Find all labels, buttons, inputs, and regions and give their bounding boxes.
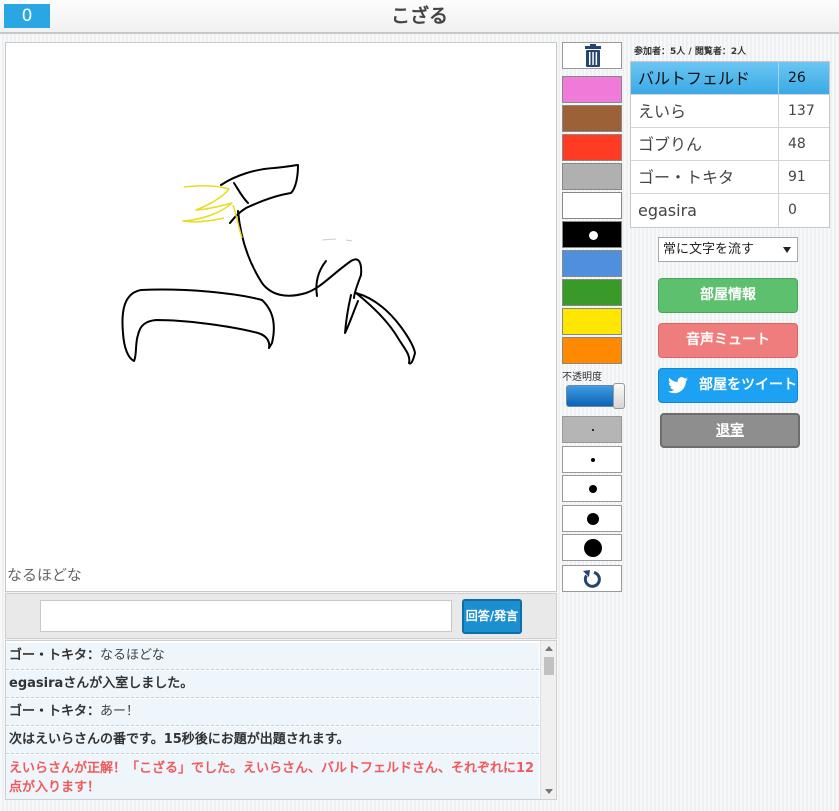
drawing-canvas[interactable]: なるほどな — [5, 42, 557, 592]
room-info-button[interactable]: 部屋情報 — [658, 278, 798, 313]
color-swatch[interactable] — [562, 192, 622, 219]
drawing-strokes — [121, 164, 416, 365]
leave-room-button[interactable]: 退室 — [660, 413, 800, 448]
brush-size-button[interactable] — [562, 534, 622, 561]
mute-button[interactable]: 音声ミュート — [658, 323, 798, 358]
chat-text: なるほどな — [100, 648, 165, 663]
player-row: egasira 0 — [631, 194, 829, 227]
chat-author: ゴー・トキタ： — [9, 704, 101, 719]
clear-canvas-button[interactable] — [562, 42, 622, 69]
brush-size-dot — [584, 539, 602, 557]
answer-bar: 回答/発言 — [5, 593, 557, 639]
opacity-label: 不透明度 — [562, 372, 602, 383]
scoreboard: バルトフェルド 26 えいら 137 ゴブりん 48 ゴー・トキタ 91 ega… — [630, 61, 830, 228]
opacity-slider[interactable] — [566, 383, 625, 409]
player-row: バルトフェルド 26 — [631, 62, 829, 95]
message-mode-value: 常に文字を流す — [663, 242, 755, 257]
player-score: 137 — [778, 95, 831, 128]
color-swatch[interactable] — [562, 134, 622, 161]
chat-message: ゴー・トキタ：あー！ — [6, 699, 539, 726]
color-swatch[interactable] — [562, 308, 622, 335]
tweet-room-button[interactable]: 部屋をツイート — [658, 368, 798, 403]
chat-correct-message: えいらさんが正解！「こざる」でした。えいらさん、バルトフェルドさん、それぞれに1… — [6, 755, 539, 799]
color-swatch[interactable] — [562, 105, 622, 132]
brush-size-dot — [587, 512, 599, 525]
chat-system-message: egasiraさんが入室しました。 — [6, 671, 539, 698]
chevron-down-icon — [783, 247, 791, 253]
chat-text: あー！ — [100, 704, 140, 719]
twitter-bird-icon — [668, 377, 688, 394]
participants-count: 参加者：5人 / 閲覧者：2人 — [634, 47, 747, 57]
color-swatch[interactable] — [562, 163, 622, 190]
brush-size-dot — [592, 429, 594, 431]
trash-icon — [585, 44, 601, 67]
player-row: ゴー・トキタ 91 — [631, 161, 829, 194]
color-swatch[interactable] — [562, 250, 622, 277]
message-mode-select[interactable]: 常に文字を流す — [658, 237, 798, 262]
color-swatch[interactable] — [562, 221, 622, 248]
chat-system-message: 次はえいらさんの番です。15秒後にお題が出題されます。 — [6, 727, 539, 754]
player-score: 48 — [778, 128, 831, 161]
player-name: ゴー・トキタ — [638, 168, 735, 187]
player-name: ゴブりん — [638, 135, 703, 154]
scroll-up-icon[interactable] — [545, 646, 553, 651]
brush-size-button[interactable] — [562, 475, 622, 502]
player-name: えいら — [638, 102, 687, 121]
color-swatch[interactable] — [562, 76, 622, 103]
player-name: バルトフェルド — [638, 69, 751, 88]
answer-input[interactable] — [40, 600, 452, 632]
color-swatch[interactable] — [562, 337, 622, 364]
undo-icon — [583, 570, 601, 588]
brush-size-button[interactable] — [562, 504, 622, 532]
header-bar: 0 こざる — [0, 0, 839, 34]
brush-size-dot — [591, 457, 595, 462]
color-swatch[interactable] — [562, 279, 622, 306]
player-score: 91 — [778, 161, 831, 194]
opacity-slider-handle[interactable] — [613, 383, 625, 409]
player-score: 26 — [778, 62, 831, 95]
brush-size-dot — [589, 485, 597, 493]
player-score: 0 — [778, 194, 831, 227]
chat-scrollbar[interactable] — [540, 641, 556, 799]
scroll-thumb[interactable] — [544, 657, 554, 675]
page-title: こざる — [390, 5, 448, 27]
tweet-room-label: 部屋をツイート — [699, 377, 797, 393]
chat-message: ゴー・トキタ：なるほどな — [6, 643, 539, 670]
player-row: ゴブりん 48 — [631, 128, 829, 161]
answer-button[interactable]: 回答/発言 — [462, 599, 522, 634]
canvas-overlay-message: なるほどな — [7, 566, 82, 584]
brush-size-button[interactable] — [562, 445, 622, 473]
undo-button[interactable] — [562, 565, 622, 592]
scroll-down-icon[interactable] — [545, 789, 553, 794]
player-row: えいら 137 — [631, 95, 829, 128]
chat-author: ゴー・トキタ： — [9, 648, 101, 663]
chat-log: ゴー・トキタ：なるほどな egasiraさんが入室しました。 ゴー・トキタ：あー… — [5, 640, 557, 800]
selected-color-indicator — [589, 231, 598, 240]
player-name: egasira — [638, 201, 697, 220]
brush-size-button[interactable] — [562, 416, 622, 443]
